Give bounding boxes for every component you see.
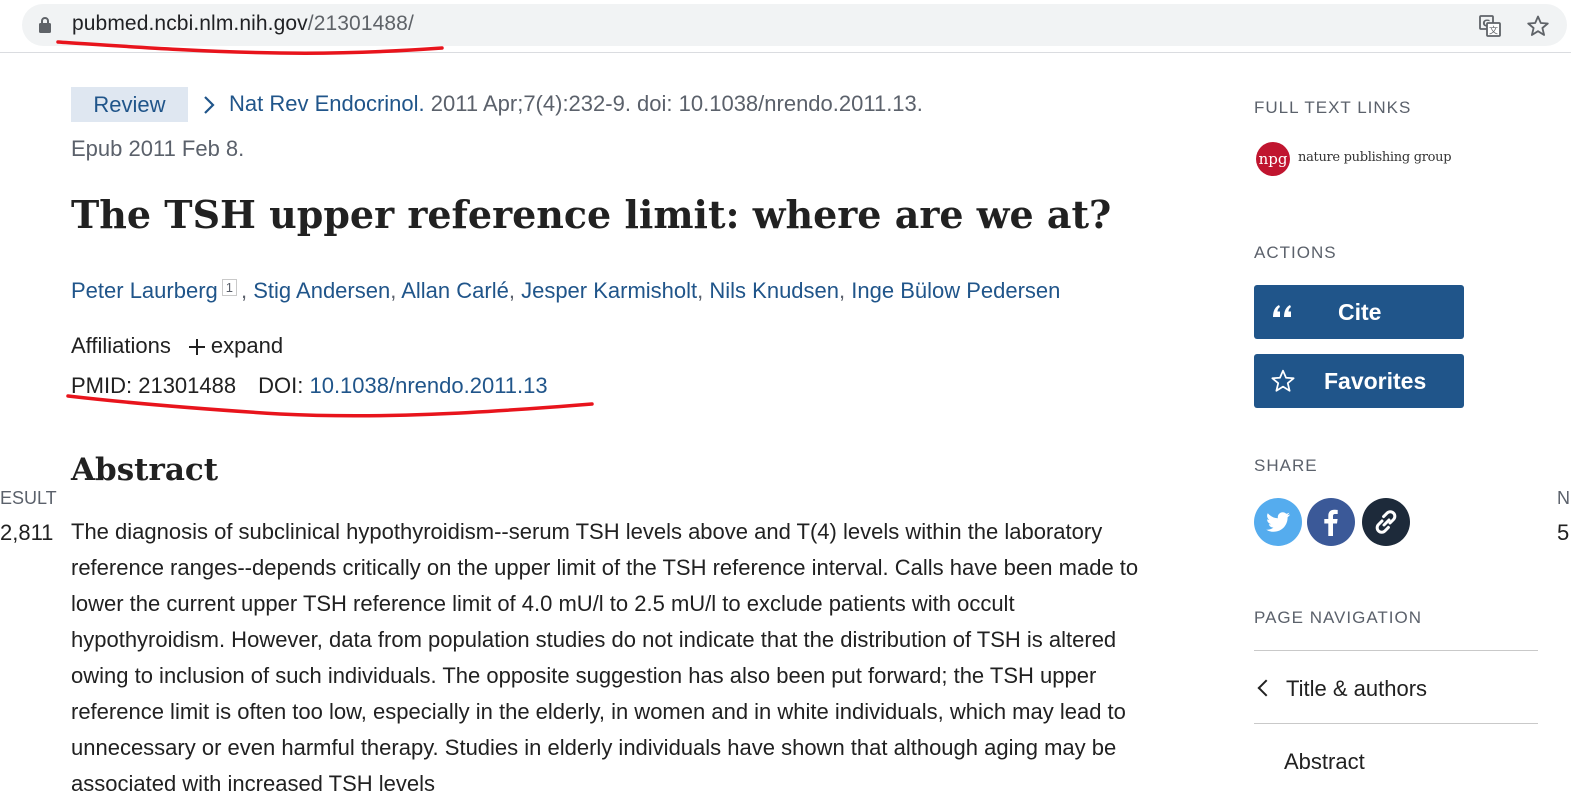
- translate-icon[interactable]: G 文: [1478, 14, 1502, 38]
- link-icon: [1375, 510, 1397, 534]
- plus-icon[interactable]: [188, 339, 205, 355]
- chevron-right-icon: [204, 96, 215, 114]
- doi-label: DOI:: [258, 373, 304, 398]
- npg-logo: npg: [1256, 142, 1290, 176]
- author-link[interactable]: Allan Carlé: [401, 278, 509, 303]
- star-outline-icon: [1271, 369, 1295, 392]
- favorites-label: Favorites: [1324, 368, 1427, 394]
- page-navigation-heading: PAGE NAVIGATION: [1254, 608, 1423, 627]
- results-count-fragment: 2,811: [0, 520, 54, 545]
- cite-button[interactable]: Cite: [1254, 285, 1464, 339]
- author-list: Peter Laurberg 1, Stig Andersen, Allan Ca…: [71, 278, 1061, 303]
- twitter-icon: [1266, 512, 1290, 532]
- affiliations-label: Affiliations: [71, 333, 171, 358]
- abstract-heading: Abstract: [71, 452, 219, 488]
- nav-divider: [1254, 650, 1538, 651]
- facebook-share-button[interactable]: [1307, 498, 1355, 546]
- nav-item-title-authors[interactable]: Title & authors: [1254, 676, 1427, 702]
- actions-heading: ACTIONS: [1254, 243, 1337, 262]
- nav-item-abstract[interactable]: Abstract: [1284, 749, 1365, 775]
- author-link[interactable]: Nils Knudsen: [709, 278, 839, 303]
- bookmark-star-icon[interactable]: [1526, 14, 1550, 38]
- publication-type-badge[interactable]: Review: [71, 87, 188, 122]
- author-link[interactable]: Stig Andersen: [253, 278, 390, 303]
- full-text-links-heading: FULL TEXT LINKS: [1254, 98, 1412, 117]
- author-link[interactable]: Peter Laurberg: [71, 278, 218, 303]
- affiliations-row: Affiliations expand: [71, 333, 283, 359]
- journal-link[interactable]: Nat Rev Endocrinol.: [229, 91, 425, 116]
- lock-icon[interactable]: [38, 16, 52, 34]
- publisher-name: nature publishing group: [1298, 150, 1452, 165]
- twitter-share-button[interactable]: [1254, 498, 1302, 546]
- nav-divider: [1254, 723, 1538, 724]
- quote-icon: [1273, 305, 1291, 317]
- abstract-text: The diagnosis of subclinical hypothyroid…: [71, 519, 1139, 796]
- citation: Nat Rev Endocrinol. 2011 Apr;7(4):232-9.…: [229, 91, 923, 117]
- author-link[interactable]: Inge Bülow Pedersen: [851, 278, 1060, 303]
- url-host: pubmed.ncbi.nlm.nih.gov: [72, 12, 308, 35]
- url-text[interactable]: pubmed.ncbi.nlm.nih.gov/21301488/: [72, 12, 414, 36]
- share-heading: SHARE: [1254, 456, 1318, 475]
- publisher-logo-link[interactable]: npg nature publishing group: [1256, 142, 1452, 178]
- pmid: PMID: 21301488: [71, 373, 237, 398]
- identifiers: PMID: 21301488 DOI: 10.1038/nrendo.2011.1…: [71, 373, 548, 399]
- url-path: /21301488/: [307, 12, 414, 35]
- results-label-fragment: ESULT: [0, 488, 57, 508]
- author-link[interactable]: Jesper Karmisholt: [521, 278, 697, 303]
- epub-date: Epub 2011 Feb 8.: [71, 136, 245, 161]
- chevron-left-icon: [1257, 679, 1275, 697]
- svg-text:文: 文: [1489, 25, 1498, 37]
- right-value-fragment: 5: [1557, 520, 1570, 545]
- permalink-share-button[interactable]: [1362, 498, 1410, 546]
- article-title: The TSH upper reference limit: where are…: [71, 192, 1112, 237]
- citation-details: 2011 Apr;7(4):232-9. doi: 10.1038/nrendo…: [424, 91, 923, 116]
- affiliation-number[interactable]: 1: [221, 279, 237, 296]
- toolbar-divider: [0, 52, 1571, 53]
- favorites-button[interactable]: Favorites: [1254, 354, 1464, 408]
- facebook-icon: [1324, 509, 1338, 536]
- nav-item-label: Title & authors: [1286, 676, 1428, 701]
- expand-button[interactable]: expand: [211, 333, 283, 358]
- cite-label: Cite: [1338, 299, 1382, 325]
- doi-link[interactable]: 10.1038/nrendo.2011.13: [309, 373, 547, 398]
- right-label-fragment: N: [1557, 488, 1570, 508]
